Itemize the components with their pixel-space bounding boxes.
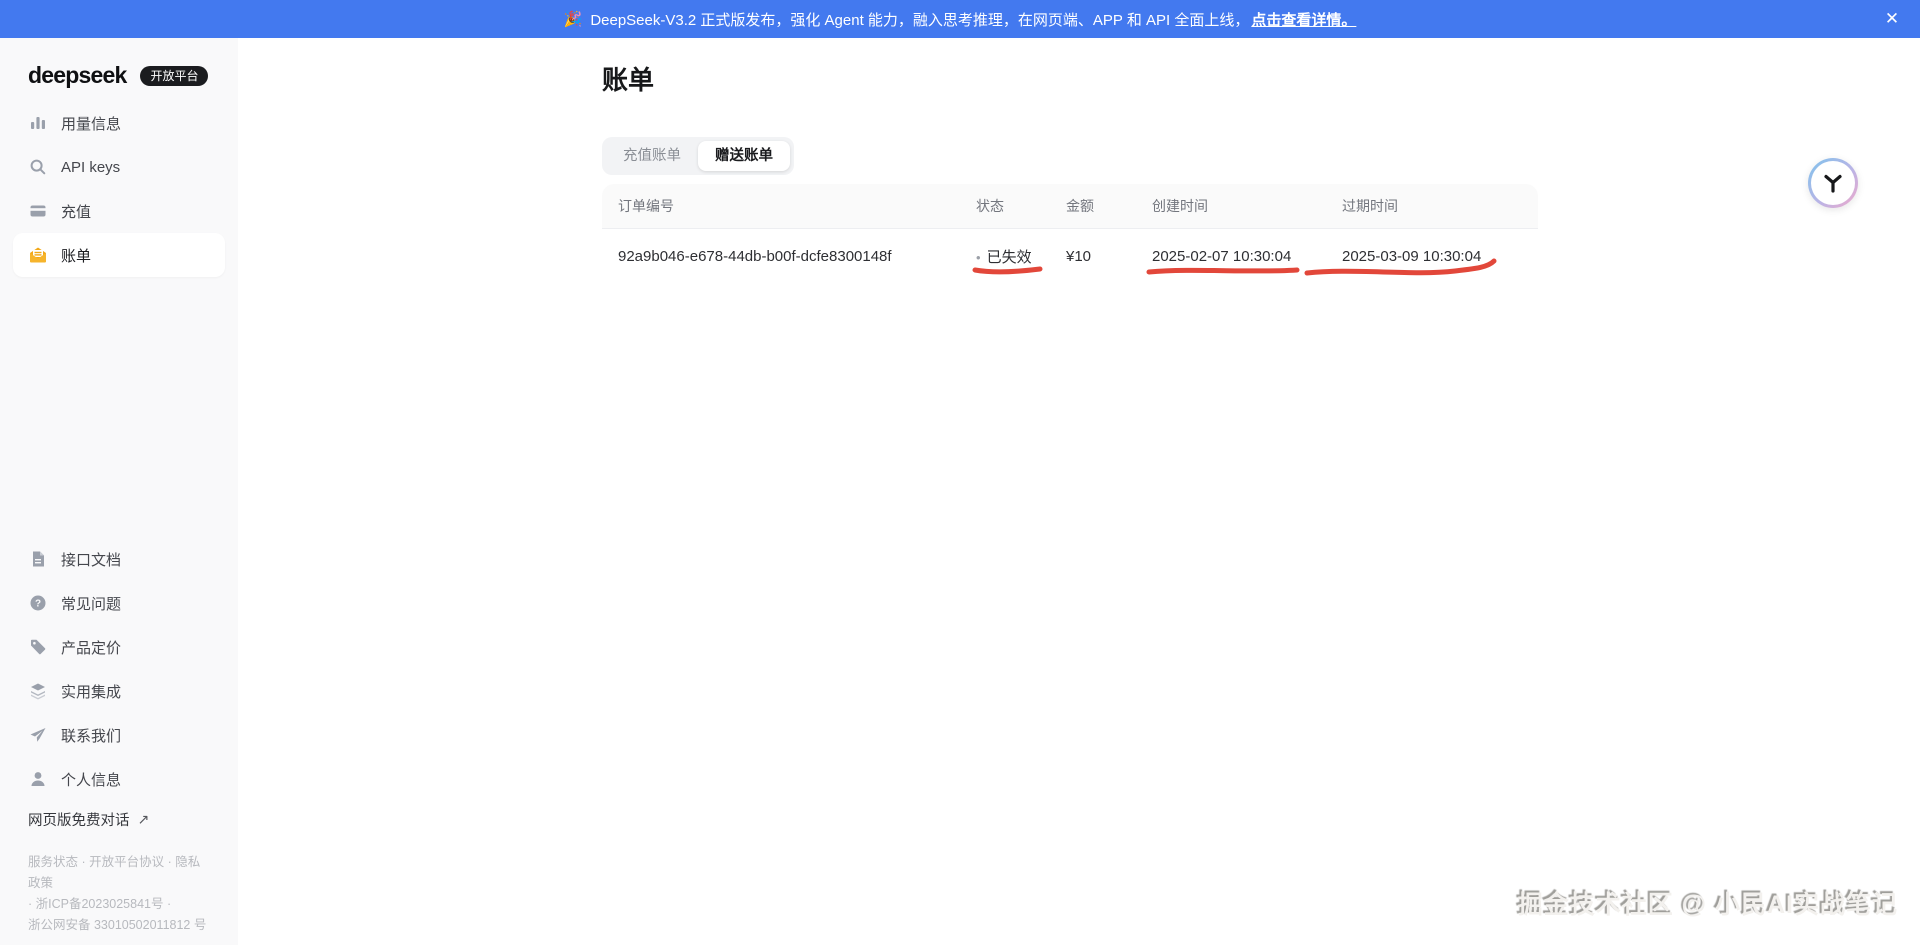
deepseek-wordmark: deepseek — [28, 62, 127, 88]
usage-chart-icon — [28, 113, 48, 133]
sidebar-item-usage[interactable]: 用量信息 — [13, 101, 225, 145]
svg-text:?: ? — [35, 599, 41, 610]
profile-icon — [28, 769, 48, 789]
billing-envelope-icon — [28, 245, 48, 265]
sidebar-item-billing[interactable]: 账单 — [13, 233, 225, 277]
sidebar-item-label: 个人信息 — [61, 771, 122, 789]
cell-status: • 已失效 — [976, 246, 1066, 267]
sidebar: deepseek 开放平台 用量信息 API keys 充值 账单 接口文档 ?… — [0, 38, 238, 945]
web-chat-link[interactable]: 网页版免费对话 ↗ — [13, 809, 225, 830]
main-content: 账单 充值账单 赠送账单 订单编号 状态 金额 创建时间 过期时间 92a9b0… — [238, 38, 1920, 945]
billing-tabs: 充值账单 赠送账单 — [602, 137, 794, 175]
sidebar-item-contact[interactable]: 联系我们 — [13, 713, 225, 757]
recharge-card-icon — [28, 201, 48, 221]
external-link-icon: ↗ — [137, 811, 150, 827]
sidebar-item-label: 常见问题 — [61, 595, 122, 613]
cell-order-id: 92a9b046-e678-44db-b00f-dcfe8300148f — [618, 248, 892, 265]
logo[interactable]: deepseek 开放平台 — [0, 38, 238, 89]
sidebar-item-label: API keys — [61, 158, 121, 176]
status-text: 已失效 — [986, 249, 1032, 266]
table-row: 92a9b046-e678-44db-b00f-dcfe8300148f • 已失… — [602, 229, 1538, 284]
sidebar-item-label: 接口文档 — [61, 551, 122, 569]
col-amount: 金额 — [1066, 198, 1094, 214]
bills-table: 订单编号 状态 金额 创建时间 过期时间 92a9b046-e678-44db-… — [602, 184, 1538, 284]
pricing-tag-icon — [28, 637, 48, 657]
sidebar-footer: 服务状态 · 开放平台协议 · 隐私政策 · 浙ICP备2023025841号 … — [28, 852, 210, 936]
col-order-id: 订单编号 — [618, 198, 674, 214]
cell-expires: 2025-03-09 10:30:04 — [1342, 248, 1482, 265]
open-platform-badge: 开放平台 — [140, 65, 209, 86]
api-keys-icon — [28, 157, 48, 177]
sidebar-item-label: 账单 — [61, 247, 92, 265]
assistant-widget-inner — [1811, 161, 1855, 205]
sidebar-item-label: 实用集成 — [61, 683, 122, 701]
integrations-icon — [28, 681, 48, 701]
assistant-widget-icon — [1824, 174, 1842, 193]
faq-icon: ? — [28, 593, 48, 613]
col-expires: 过期时间 — [1342, 198, 1398, 214]
assistant-widget[interactable] — [1808, 158, 1858, 208]
sidebar-item-api-keys[interactable]: API keys — [13, 145, 225, 189]
contact-icon — [28, 725, 48, 745]
col-status: 状态 — [976, 198, 1004, 214]
table-header: 订单编号 状态 金额 创建时间 过期时间 — [602, 184, 1538, 229]
page-title: 账单 — [602, 65, 655, 95]
status-dot-icon: • — [976, 250, 981, 265]
sidebar-item-label: 用量信息 — [61, 115, 122, 133]
close-icon[interactable]: ✕ — [1880, 0, 1904, 38]
sidebar-item-label: 产品定价 — [61, 639, 122, 657]
sidebar-item-label: 联系我们 — [61, 727, 122, 745]
tab-gift-bills[interactable]: 赠送账单 — [698, 141, 790, 171]
announcement-banner: 🎉 DeepSeek-V3.2 正式版发布，强化 Agent 能力，融入思考推理… — [0, 0, 1920, 38]
sidebar-item-faq[interactable]: ? 常见问题 — [13, 581, 225, 625]
docs-icon — [28, 549, 48, 569]
footer-police-line[interactable]: 浙公网安备 33010502011812 号 — [28, 915, 210, 936]
sidebar-item-recharge[interactable]: 充值 — [13, 189, 225, 233]
tab-recharge-bills[interactable]: 充值账单 — [606, 141, 698, 171]
sidebar-item-label: 充值 — [61, 203, 92, 221]
party-popper-icon: 🎉 — [563, 11, 583, 28]
announcement-details-link[interactable]: 点击查看详情。 — [1251, 9, 1356, 30]
col-created: 创建时间 — [1152, 198, 1208, 214]
footer-links-line[interactable]: 服务状态 · 开放平台协议 · 隐私政策 — [28, 852, 210, 894]
footer-icp-line[interactable]: · 浙ICP备2023025841号 · — [28, 894, 210, 915]
sidebar-item-api-docs[interactable]: 接口文档 — [13, 537, 225, 581]
sidebar-item-integrations[interactable]: 实用集成 — [13, 669, 225, 713]
cell-amount: ¥10 — [1066, 248, 1092, 265]
sidebar-item-profile[interactable]: 个人信息 — [13, 757, 225, 801]
sidebar-item-pricing[interactable]: 产品定价 — [13, 625, 225, 669]
watermark: 掘金技术社区 @ 小民AI实战笔记 — [1517, 891, 1898, 919]
announcement-text: DeepSeek-V3.2 正式版发布，强化 Agent 能力，融入思考推理，在… — [590, 11, 1250, 29]
web-chat-label: 网页版免费对话 — [28, 813, 130, 829]
cell-created: 2025-02-07 10:30:04 — [1152, 248, 1292, 265]
